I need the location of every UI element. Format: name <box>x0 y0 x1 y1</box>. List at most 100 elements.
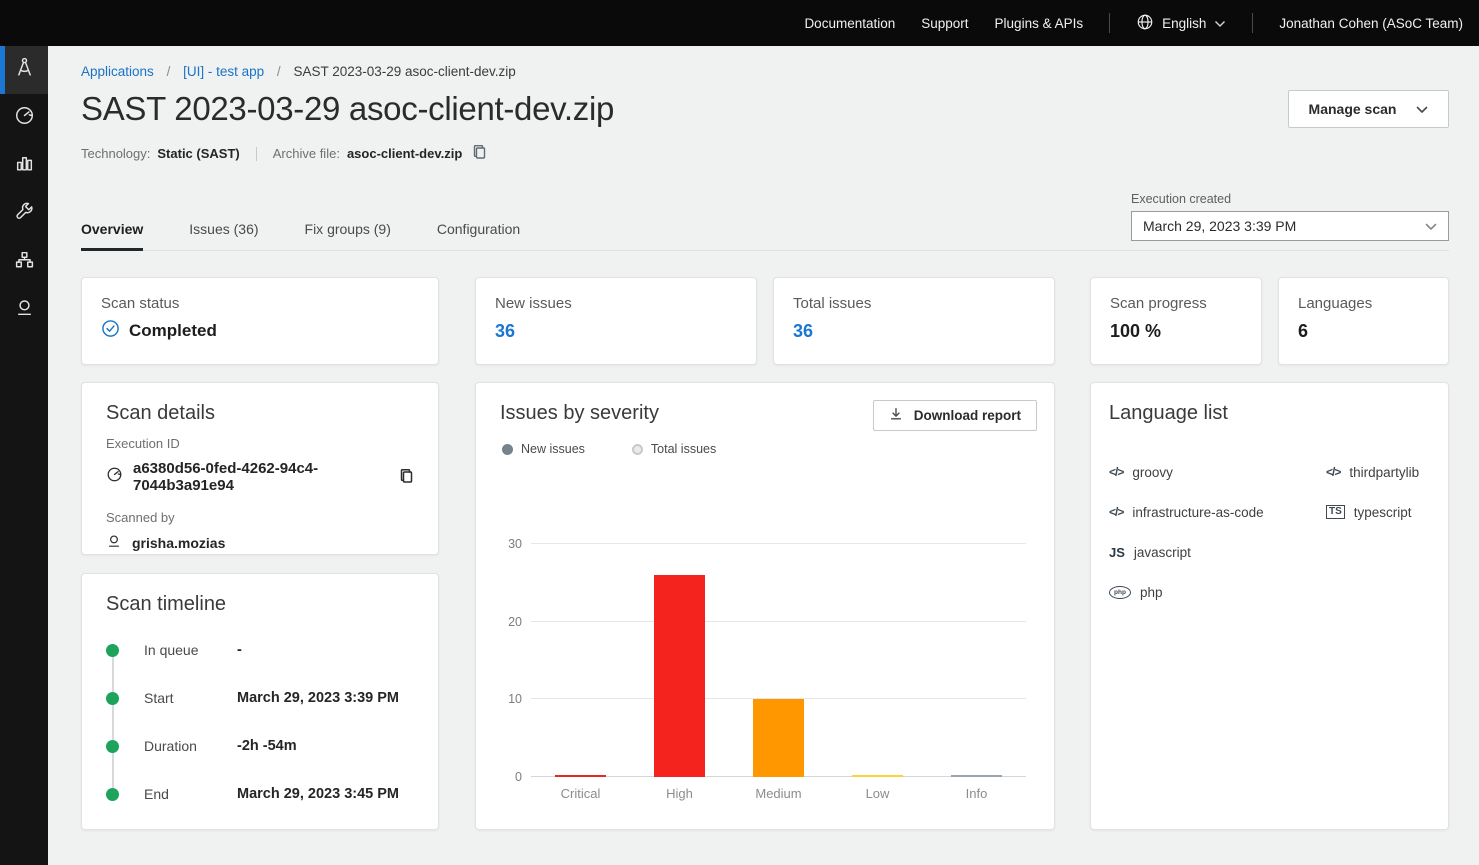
languages-value: 6 <box>1298 321 1429 342</box>
bar-slot <box>630 544 729 777</box>
breadcrumb-app[interactable]: [UI] - test app <box>183 64 264 79</box>
tab-issues[interactable]: Issues (36) <box>189 221 258 251</box>
tab-overview[interactable]: Overview <box>81 221 143 251</box>
bar-low <box>852 775 903 777</box>
tabs-bar: Overview Issues (36) Fix groups (9) Conf… <box>81 192 1449 251</box>
chevron-down-icon <box>1214 16 1226 31</box>
scan-timeline-card: Scan timeline In queue - Start March 29,… <box>81 573 439 830</box>
copy-archive-button[interactable] <box>472 144 487 163</box>
language-list-title: Language list <box>1109 402 1430 425</box>
sidebar-item-reports[interactable] <box>0 142 48 190</box>
user-menu[interactable]: Jonathan Cohen (ASoC Team) <box>1279 16 1463 31</box>
execution-created-label: Execution created <box>1131 192 1449 206</box>
y-tick-label: 20 <box>492 615 522 629</box>
language-item-typescript: TS typescript <box>1326 492 1430 532</box>
y-tick-label: 10 <box>492 692 522 706</box>
download-icon <box>889 407 903 424</box>
language-selector[interactable]: English <box>1136 13 1226 34</box>
archive-file-label: Archive file: <box>273 146 340 161</box>
x-category-label: Low <box>828 786 927 801</box>
execution-created-select[interactable]: March 29, 2023 3:39 PM <box>1131 211 1449 241</box>
chart-legend: New issues Total issues <box>500 442 1037 456</box>
breadcrumb: Applications / [UI] - test app / SAST 20… <box>81 64 1449 79</box>
scan-meta: Technology: Static (SAST) Archive file: … <box>81 144 1449 163</box>
bar-critical <box>555 775 606 777</box>
scan-progress-value: 100 % <box>1110 321 1242 342</box>
legend-dot <box>632 444 643 455</box>
sitemap-icon <box>14 249 35 275</box>
tab-fix-groups[interactable]: Fix groups (9) <box>305 221 391 251</box>
severity-chart-categories: CriticalHighMediumLowInfo <box>531 786 1026 801</box>
scan-status-card: Scan status Completed <box>81 277 439 365</box>
timeline-dot <box>106 644 119 657</box>
archive-file-value: asoc-client-dev.zip <box>347 146 462 161</box>
language-item-groovy: </> groovy <box>1109 452 1326 492</box>
language-item-infrastructure-as-code: </> infrastructure-as-code <box>1109 492 1326 532</box>
bar-chart-icon <box>14 153 35 179</box>
total-issues-card: Total issues 36 <box>773 277 1055 365</box>
scanned-by-label: Scanned by <box>106 510 414 525</box>
topbar: Documentation Support Plugins & APIs Eng… <box>0 0 1479 46</box>
bar-slot <box>927 544 1026 777</box>
scan-details-title: Scan details <box>106 402 414 425</box>
javascript-icon: JS <box>1109 545 1125 560</box>
scan-timeline-title: Scan timeline <box>106 593 414 616</box>
chevron-down-icon <box>1425 218 1437 234</box>
copy-icon <box>399 468 414 487</box>
globe-icon <box>1136 13 1154 34</box>
language-grid: </> groovy </> infrastructure-as-code JS… <box>1109 452 1430 612</box>
code-icon: </> <box>1326 465 1340 479</box>
gauge-icon <box>14 105 35 131</box>
bar-slot <box>531 544 630 777</box>
drafting-compass-icon <box>14 57 35 83</box>
new-issues-value: 36 <box>495 321 737 342</box>
legend-total-issues[interactable]: Total issues <box>632 442 716 456</box>
bars-container <box>531 544 1026 777</box>
scanned-by-value: grisha.mozias <box>132 535 225 551</box>
bar-medium <box>753 699 804 777</box>
wrench-icon <box>14 201 35 227</box>
bar-high <box>654 575 705 777</box>
topbar-link-support[interactable]: Support <box>921 16 968 31</box>
check-circle-icon <box>101 319 120 343</box>
bar-slot <box>729 544 828 777</box>
download-report-button[interactable]: Download report <box>873 400 1037 431</box>
topbar-link-plugins-apis[interactable]: Plugins & APIs <box>995 16 1084 31</box>
tab-configuration[interactable]: Configuration <box>437 221 520 251</box>
breadcrumb-applications[interactable]: Applications <box>81 64 154 79</box>
bar-info <box>951 775 1002 777</box>
timeline-row-in-queue: In queue - <box>106 626 414 674</box>
sidebar <box>0 46 48 865</box>
sidebar-item-applications[interactable] <box>0 46 48 94</box>
copy-execution-id-button[interactable] <box>399 468 414 487</box>
x-category-label: Critical <box>531 786 630 801</box>
sidebar-item-organization[interactable] <box>0 238 48 286</box>
user-icon <box>14 297 35 323</box>
x-category-label: High <box>630 786 729 801</box>
timeline-dot <box>106 692 119 705</box>
timeline-dot <box>106 788 119 801</box>
language-item-javascript: JS javascript <box>1109 532 1326 572</box>
gauge-icon <box>106 466 123 488</box>
timeline-row-duration: Duration -2h -54m <box>106 722 414 770</box>
copy-icon <box>472 144 487 163</box>
typescript-icon: TS <box>1326 505 1345 519</box>
execution-id-value: a6380d56-0fed-4262-94c4-7044b3a91e94 <box>133 460 387 494</box>
legend-new-issues[interactable]: New issues <box>502 442 585 456</box>
sidebar-item-account[interactable] <box>0 286 48 334</box>
sidebar-item-tools[interactable] <box>0 190 48 238</box>
languages-card: Languages 6 <box>1278 277 1449 365</box>
y-tick-label: 30 <box>492 537 522 551</box>
legend-dot <box>502 444 513 455</box>
sidebar-item-scans[interactable] <box>0 94 48 142</box>
language-label: English <box>1162 16 1206 31</box>
language-list-card: Language list </> groovy </> infrastruct… <box>1090 382 1449 830</box>
timeline-row-end: End March 29, 2023 3:45 PM <box>106 770 414 818</box>
topbar-divider <box>1109 13 1110 33</box>
manage-scan-button[interactable]: Manage scan <box>1288 90 1449 128</box>
scan-progress-card: Scan progress 100 % <box>1090 277 1262 365</box>
topbar-link-documentation[interactable]: Documentation <box>804 16 895 31</box>
technology-label: Technology: <box>81 146 150 161</box>
page-title: SAST 2023-03-29 asoc-client-dev.zip <box>81 90 614 128</box>
new-issues-card: New issues 36 <box>475 277 757 365</box>
